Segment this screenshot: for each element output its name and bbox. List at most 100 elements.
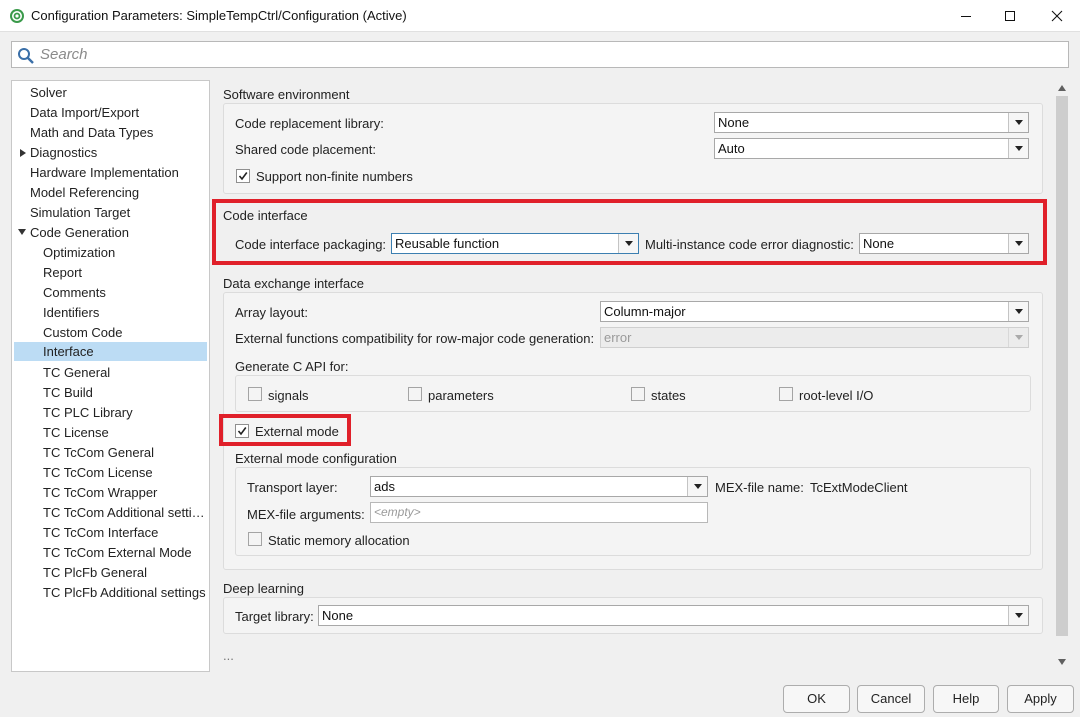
scroll-down-icon[interactable] — [1057, 658, 1067, 666]
external-functions-compat-dropdown[interactable]: error — [600, 327, 1029, 348]
expand-arrow-icon[interactable] — [19, 148, 27, 158]
transport-layer-dropdown[interactable]: ads — [370, 476, 708, 497]
dropdown-button[interactable] — [1008, 328, 1028, 347]
minimize-icon — [961, 15, 971, 17]
tree-item-comments[interactable]: Comments — [43, 283, 209, 302]
scroll-up-icon[interactable] — [1057, 84, 1067, 92]
apply-button[interactable]: Apply — [1007, 685, 1074, 713]
search-box[interactable] — [11, 41, 1069, 68]
mex-file-name-value: TcExtModeClient — [810, 480, 908, 495]
tree-item-tc-tccom-external-mode[interactable]: TC TcCom External Mode — [43, 543, 209, 562]
tree-item-identifiers[interactable]: Identifiers — [43, 303, 209, 322]
transport-layer-label: Transport layer: — [247, 480, 338, 495]
c-api-signals-label: signals — [268, 388, 309, 403]
scrollbar-thumb[interactable] — [1056, 96, 1068, 636]
static-memory-allocation-checkbox[interactable] — [248, 532, 262, 546]
dropdown-button[interactable] — [687, 477, 707, 496]
mex-file-arguments-input[interactable]: <empty> — [370, 502, 708, 523]
tree-item-simulation-target[interactable]: Simulation Target — [30, 203, 209, 222]
section-title-data-exchange-interface: Data exchange interface — [223, 276, 364, 291]
chevron-down-icon — [1015, 335, 1023, 340]
dropdown-button[interactable] — [1008, 302, 1028, 321]
chevron-down-icon — [1015, 146, 1023, 151]
tree-item-tc-tccom-license[interactable]: TC TcCom License — [43, 463, 209, 482]
help-button[interactable]: Help — [933, 685, 999, 713]
dropdown-value: Column-major — [604, 304, 686, 319]
tree-item-model-referencing[interactable]: Model Referencing — [30, 183, 209, 202]
dropdown-value: ads — [374, 479, 395, 494]
tree-item-data-import-export[interactable]: Data Import/Export — [30, 103, 209, 122]
chevron-down-icon — [694, 484, 702, 489]
annotation-highlight-code-interface — [212, 199, 1047, 265]
tree-item-tc-tccom-general[interactable]: TC TcCom General — [43, 443, 209, 462]
dropdown-button[interactable] — [1008, 139, 1028, 158]
mex-file-arguments-label: MEX-file arguments: — [247, 507, 365, 522]
window-title: Configuration Parameters: SimpleTempCtrl… — [31, 8, 407, 23]
external-mode-config-title: External mode configuration — [235, 451, 397, 466]
minimize-button[interactable] — [943, 0, 989, 31]
maximize-icon — [1005, 10, 1015, 21]
tree-item-tc-tccom-wrapper[interactable]: TC TcCom Wrapper — [43, 483, 209, 502]
tree-item-tc-general[interactable]: TC General — [43, 363, 209, 382]
dropdown-button[interactable] — [1008, 606, 1028, 625]
checkmark-icon — [238, 172, 248, 181]
search-input[interactable] — [38, 44, 1058, 65]
shared-code-placement-label: Shared code placement: — [235, 142, 376, 157]
cancel-button[interactable]: Cancel — [857, 685, 925, 713]
support-non-finite-checkbox[interactable] — [236, 169, 250, 183]
dropdown-value: None — [718, 115, 750, 130]
c-api-root-io-checkbox[interactable] — [779, 387, 793, 401]
tree-item-code-generation[interactable]: Code Generation — [30, 223, 209, 242]
c-api-root-io-label: root-level I/O — [799, 388, 874, 403]
collapse-arrow-icon[interactable] — [17, 228, 27, 236]
more-ellipsis[interactable]: ... — [223, 648, 234, 663]
tree-item-hardware-implementation[interactable]: Hardware Implementation — [30, 163, 209, 182]
tree-item-tc-plcfb-additional-settings[interactable]: TC PlcFb Additional settings — [43, 583, 209, 602]
annotation-highlight-external-mode — [219, 414, 351, 446]
support-non-finite-label: Support non-finite numbers — [256, 169, 413, 184]
section-title-software-environment: Software environment — [223, 87, 350, 102]
maximize-button[interactable] — [987, 0, 1033, 31]
array-layout-label: Array layout: — [235, 305, 308, 320]
static-memory-allocation-label: Static memory allocation — [268, 533, 410, 548]
code-replacement-library-label: Code replacement library: — [235, 116, 384, 131]
tree-item-tc-tccom-interface[interactable]: TC TcCom Interface — [43, 523, 209, 542]
target-library-dropdown[interactable]: None — [318, 605, 1029, 626]
tree-item-interface[interactable]: Interface — [14, 342, 207, 361]
tree-item-solver[interactable]: Solver — [30, 83, 209, 102]
c-api-signals-checkbox[interactable] — [248, 387, 262, 401]
dropdown-value: Auto — [718, 141, 745, 156]
tree-item-diagnostics[interactable]: Diagnostics — [30, 143, 209, 162]
dropdown-value: error — [604, 330, 632, 345]
tree-item-tc-plc-library[interactable]: TC PLC Library — [43, 403, 209, 422]
c-api-parameters-label: parameters — [428, 388, 494, 403]
dropdown-button[interactable] — [1008, 113, 1028, 132]
simulink-gear-icon — [10, 9, 24, 23]
tree-item-math-data-types[interactable]: Math and Data Types — [30, 123, 209, 142]
section-title-deep-learning: Deep learning — [223, 581, 304, 596]
target-library-label: Target library: — [235, 609, 314, 624]
chevron-down-icon — [1015, 120, 1023, 125]
code-replacement-library-dropdown[interactable]: None — [714, 112, 1029, 133]
close-button[interactable] — [1034, 0, 1080, 31]
search-icon — [18, 48, 34, 64]
tree-item-tc-tccom-additional-settings[interactable]: TC TcCom Additional setti… — [43, 503, 209, 522]
external-functions-compat-label: External functions compatibility for row… — [235, 331, 595, 346]
tree-item-tc-license[interactable]: TC License — [43, 423, 209, 442]
tree-item-optimization[interactable]: Optimization — [43, 243, 209, 262]
c-api-states-label: states — [651, 388, 686, 403]
shared-code-placement-dropdown[interactable]: Auto — [714, 138, 1029, 159]
c-api-states-checkbox[interactable] — [631, 387, 645, 401]
tree-item-report[interactable]: Report — [43, 263, 209, 282]
chevron-down-icon — [1015, 613, 1023, 618]
mex-file-arguments-placeholder: <empty> — [374, 505, 421, 519]
close-icon — [1051, 10, 1063, 21]
array-layout-dropdown[interactable]: Column-major — [600, 301, 1029, 322]
c-api-parameters-checkbox[interactable] — [408, 387, 422, 401]
ok-button[interactable]: OK — [783, 685, 850, 713]
tree-item-custom-code[interactable]: Custom Code — [43, 323, 209, 342]
mex-file-name-label: MEX-file name: — [715, 480, 804, 495]
generate-c-api-label: Generate C API for: — [235, 359, 349, 374]
tree-item-tc-build[interactable]: TC Build — [43, 383, 209, 402]
tree-item-tc-plcfb-general[interactable]: TC PlcFb General — [43, 563, 209, 582]
